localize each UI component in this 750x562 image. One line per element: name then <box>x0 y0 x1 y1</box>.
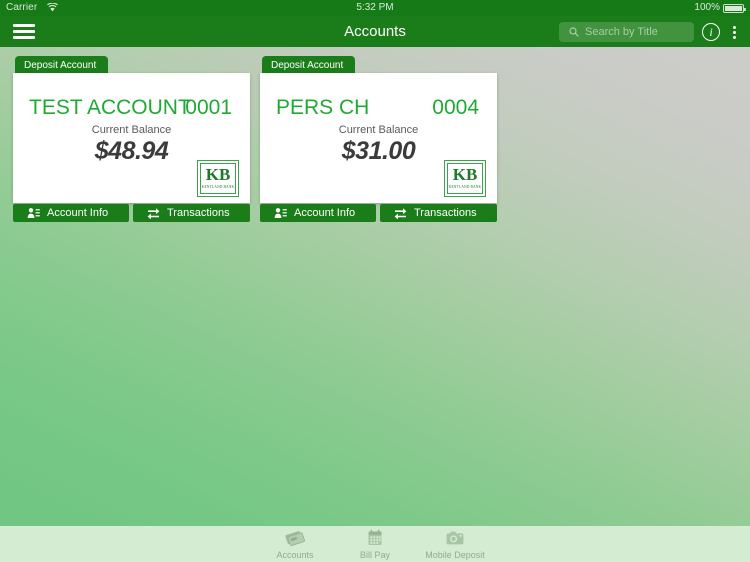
account-card[interactable]: Deposit Account TEST ACCOUNT 0001 Curren… <box>13 56 250 222</box>
overflow-dot <box>733 26 736 29</box>
account-title-row: PERS CH 0004 <box>260 95 497 121</box>
search-input[interactable]: Search by Title <box>559 22 694 42</box>
battery-percent-label: 100% <box>694 2 720 13</box>
account-number: 0001 <box>185 96 232 119</box>
account-actions: Account Info Transactions <box>13 204 250 222</box>
search-placeholder: Search by Title <box>585 26 658 38</box>
info-circle-icon[interactable]: i <box>702 23 720 41</box>
account-number: 0004 <box>432 96 479 119</box>
account-info-button[interactable]: Account Info <box>260 204 376 222</box>
balance-label: Current Balance <box>338 124 419 136</box>
balance-label: Current Balance <box>91 124 172 136</box>
nav-bar: Accounts Search by Title i <box>0 16 750 47</box>
account-info-icon <box>27 208 40 218</box>
tab-mobile-deposit[interactable]: Mobile Deposit <box>407 526 503 562</box>
bank-logo-frame: KB KENTLAND BANK <box>447 163 483 194</box>
bank-logo-name: KENTLAND BANK <box>201 185 235 189</box>
search-icon <box>569 27 579 37</box>
accounts-list: Deposit Account TEST ACCOUNT 0001 Curren… <box>0 47 750 526</box>
battery-full-icon <box>723 4 746 13</box>
transactions-label: Transactions <box>167 207 230 219</box>
transactions-label: Transactions <box>414 207 477 219</box>
status-clock: 5:32 PM <box>356 2 394 13</box>
transactions-button[interactable]: Transactions <box>380 204 497 222</box>
cards-stack-icon <box>285 531 305 547</box>
transactions-arrows-icon <box>147 208 160 219</box>
account-info-icon <box>274 208 287 218</box>
account-name: TEST ACCOUNT <box>29 96 191 119</box>
tab-mobile-deposit-label: Mobile Deposit <box>425 550 485 560</box>
bank-logo: KB KENTLAND BANK <box>197 160 239 197</box>
transactions-button[interactable]: Transactions <box>133 204 250 222</box>
account-info-label: Account Info <box>47 207 109 219</box>
account-card[interactable]: Deposit Account PERS CH 0004 Current Bal… <box>260 56 497 222</box>
account-info-button[interactable]: Account Info <box>13 204 129 222</box>
transactions-arrows-icon <box>394 208 407 219</box>
camera-icon <box>446 531 464 545</box>
overflow-dot <box>733 31 736 34</box>
overflow-dot <box>733 36 736 39</box>
status-bar: Carrier 5:32 PM 100% <box>0 0 750 16</box>
account-title-row: TEST ACCOUNT 0001 <box>13 95 250 121</box>
bank-logo-initials: KB <box>205 165 231 184</box>
account-actions: Account Info Transactions <box>260 204 497 222</box>
bank-logo-initials: KB <box>452 165 478 184</box>
account-info-label: Account Info <box>294 207 356 219</box>
calendar-icon <box>368 529 382 545</box>
account-name: PERS CH <box>276 96 370 119</box>
bank-logo-name: KENTLAND BANK <box>448 185 482 189</box>
account-card-body[interactable]: TEST ACCOUNT 0001 Current Balance $48.94… <box>13 73 250 203</box>
overflow-menu-icon[interactable] <box>728 23 742 41</box>
account-card-body[interactable]: PERS CH 0004 Current Balance $31.00 KB K… <box>260 73 497 203</box>
bank-logo-frame: KB KENTLAND BANK <box>200 163 236 194</box>
bottom-tab-bar: Accounts Bill Pay Mobile Deposit <box>0 526 750 562</box>
bank-logo: KB KENTLAND BANK <box>444 160 486 197</box>
